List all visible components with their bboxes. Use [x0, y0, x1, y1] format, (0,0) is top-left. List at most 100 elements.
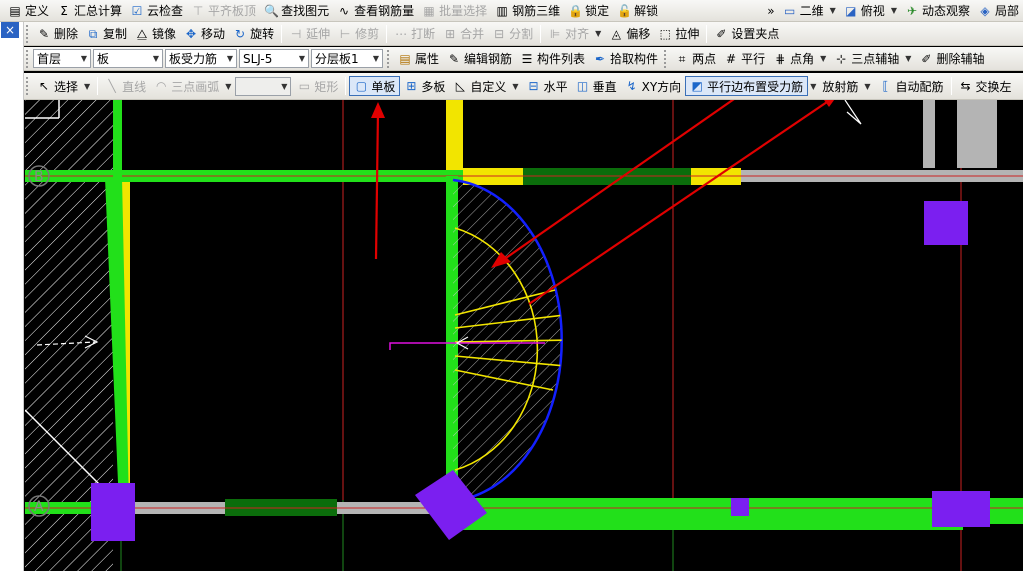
properties-icon: ▤	[399, 51, 411, 66]
white-marker	[844, 100, 862, 125]
arc-option-select[interactable]: ▼	[235, 76, 292, 96]
move-button[interactable]: ✥ 移动	[180, 24, 229, 44]
trim-button[interactable]: ⊢ 修剪	[334, 24, 383, 44]
chevron-down-icon: ▼	[595, 29, 602, 38]
yellow-wall[interactable]	[446, 100, 463, 176]
rebar-3d-button[interactable]: ▥ 钢筋三维	[491, 1, 564, 21]
component-type-select[interactable]: 板 ▼	[93, 49, 163, 68]
parallel-edge-rebar-button[interactable]: ◩ 平行边布置受力筋	[685, 76, 809, 96]
rebar-type-select[interactable]: 板受力筋 ▼	[165, 49, 237, 68]
stretch-button[interactable]: ⬚ 拉伸	[654, 24, 703, 44]
parallel-axis-button[interactable]: # 平行	[720, 49, 769, 69]
view-angle-dropdown[interactable]: ◪ 俯视 ▼	[840, 1, 901, 21]
layer-select[interactable]: 分层板1 ▼	[311, 49, 383, 68]
beam-axis-b[interactable]	[25, 168, 1023, 185]
offset-icon: ◬	[611, 26, 621, 41]
close-panel-button[interactable]: ×	[1, 22, 19, 38]
break-button[interactable]: ⋯ 打断	[390, 24, 439, 44]
multi-board-icon: ⊞	[406, 79, 417, 93]
floor-select[interactable]: 首层 ▼	[33, 49, 91, 68]
view-mode-dropdown[interactable]: ▭ 二维 ▼	[779, 1, 840, 21]
toolbar-grip[interactable]	[387, 49, 390, 68]
move-icon: ✥	[186, 26, 197, 41]
chevron-down-icon: ▼	[372, 54, 379, 63]
edit-rebar-icon: ✎	[448, 51, 460, 66]
arc-icon: ◠	[155, 79, 167, 93]
rect-tool-button[interactable]: ▭ 矩形	[293, 76, 342, 96]
unlock-icon: 🔓	[617, 3, 633, 18]
local-view-button[interactable]: ◈ 局部	[974, 1, 1023, 21]
rect-icon: ▭	[298, 79, 311, 93]
align-button[interactable]: ⊫ 对齐 ▼	[544, 24, 605, 44]
delete-axis-button[interactable]: ✐ 删除辅轴	[915, 49, 988, 69]
auto-rebar-button[interactable]: ⟦ 自动配筋	[875, 76, 948, 96]
line-tool-button[interactable]: ╲ 直线	[101, 76, 150, 96]
copy-icon: ⧉	[88, 26, 98, 41]
chevron-down-icon: ▼	[890, 6, 897, 15]
separator	[345, 77, 347, 95]
gray-column[interactable]	[923, 100, 997, 168]
arc-tool-button[interactable]: ◠ 三点画弧 ▼	[150, 76, 235, 96]
chevron-down-icon: ▼	[152, 54, 159, 63]
view-2d-icon: ▭	[783, 3, 796, 18]
horizontal-button[interactable]: ⊟ 水平	[523, 76, 572, 96]
copy-button[interactable]: ⧉ 复制	[82, 24, 131, 44]
pick-component-button[interactable]: ✒ 拾取构件	[589, 49, 662, 69]
single-board-button[interactable]: ▢ 单板	[349, 76, 401, 96]
rebar-qty-icon: ∿	[339, 3, 350, 18]
three-point-axis-button[interactable]: ⊹ 三点辅轴 ▼	[830, 49, 915, 69]
edit-rebar-button[interactable]: ✎ 编辑钢筋	[443, 49, 516, 69]
unlock-button[interactable]: 🔓 解锁	[613, 1, 662, 21]
rebar-name-select[interactable]: SLJ-5 ▼	[239, 49, 309, 68]
cloud-check-button[interactable]: ☑ 云检查	[126, 1, 187, 21]
cad-canvas[interactable]: B A	[25, 100, 1023, 571]
define-button[interactable]: ▤ 定义	[4, 1, 53, 21]
two-point-icon: ⌗	[678, 51, 686, 66]
view-rebar-qty-button[interactable]: ∿ 查看钢筋量	[333, 1, 418, 21]
cloud-check-icon: ☑	[131, 3, 143, 18]
extend-button[interactable]: ⊣ 延伸	[285, 24, 334, 44]
chevron-down-icon: ▼	[864, 81, 871, 91]
custom-button[interactable]: ◺ 自定义 ▼	[449, 76, 522, 96]
align-top-button[interactable]: ⊤ 平齐板顶	[187, 1, 260, 21]
rotate-button[interactable]: ↻ 旋转	[229, 24, 278, 44]
chevron-down-icon[interactable]: ▼	[810, 82, 816, 91]
toolbar-grip[interactable]	[26, 24, 29, 43]
component-list-button[interactable]: ☰ 构件列表	[516, 49, 589, 69]
dynamic-view-button[interactable]: ✈ 动态观察	[901, 1, 974, 21]
break-icon: ⋯	[395, 26, 408, 41]
axis-label-a: A	[34, 499, 44, 515]
vertical-button[interactable]: ◫ 垂直	[572, 76, 621, 96]
main-toolbar: ▤ 定义 Σ 汇总计算 ☑ 云检查 ⊤ 平齐板顶 🔍 查找图元 ∿ 查看钢筋量 ▦ 批量选择 …	[0, 0, 1023, 22]
toolbar-grip[interactable]	[664, 49, 667, 68]
cursor-icon: ↖	[38, 79, 50, 93]
find-element-button[interactable]: 🔍 查找图元	[260, 1, 333, 21]
horizontal-icon: ⊟	[528, 79, 539, 93]
left-panel-strip	[0, 22, 24, 571]
stretch-icon: ⬚	[659, 26, 672, 41]
offset-button[interactable]: ◬ 偏移	[605, 24, 654, 44]
toolbar-grip[interactable]	[26, 77, 29, 95]
set-grip-point-button[interactable]: ✐ 设置夹点	[710, 24, 783, 44]
multi-board-button[interactable]: ⊞ 多板	[400, 76, 449, 96]
lock-button[interactable]: 🔒 锁定	[564, 1, 613, 21]
radial-rebar-button[interactable]: 放射筋 ▼	[818, 76, 874, 96]
summary-calc-button[interactable]: Σ 汇总计算	[53, 1, 126, 21]
extend-icon: ⊣	[290, 26, 302, 41]
toolbar-grip[interactable]	[26, 49, 29, 68]
split-button[interactable]: ⊟ 分割	[488, 24, 537, 44]
toolbar-overflow-button[interactable]: »	[763, 1, 778, 21]
xy-direction-button[interactable]: ↯ XY方向	[621, 76, 686, 96]
swap-left-right-button[interactable]: ⇆ 交换左	[955, 76, 1016, 96]
select-tool-button[interactable]: ↖ 选择 ▼	[33, 76, 94, 96]
two-point-axis-button[interactable]: ⌗ 两点	[671, 49, 720, 69]
mirror-button[interactable]: ⧋ 镜像	[131, 24, 180, 44]
properties-button[interactable]: ▤ 属性	[394, 49, 443, 69]
batch-select-button[interactable]: ▦ 批量选择	[418, 1, 491, 21]
separator	[706, 24, 708, 43]
merge-button[interactable]: ⊞ 合并	[439, 24, 488, 44]
delete-button[interactable]: ✎ 删除	[33, 24, 82, 44]
beam-axis-a[interactable]	[25, 498, 1023, 530]
point-angle-axis-button[interactable]: ⋕ 点角 ▼	[769, 49, 830, 69]
chevron-down-icon: ▼	[820, 54, 827, 63]
